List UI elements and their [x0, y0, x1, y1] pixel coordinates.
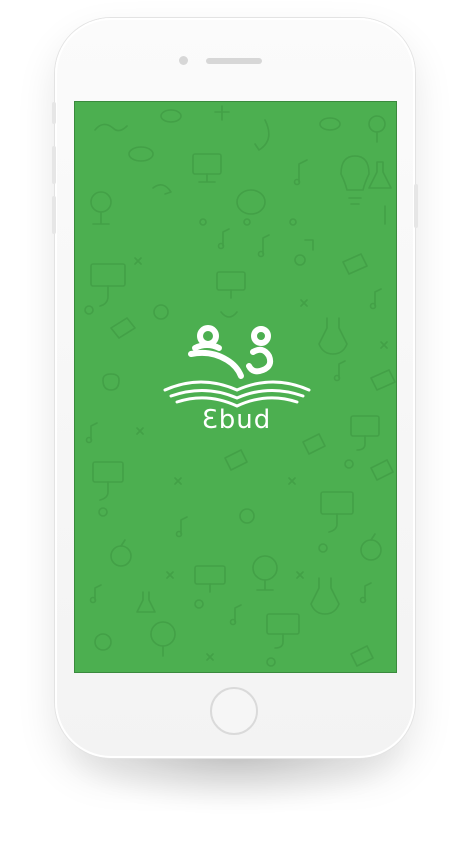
volume-down-button	[52, 196, 56, 234]
app-brand-name: Ɛbud	[201, 405, 272, 435]
home-button[interactable]	[210, 687, 258, 735]
speaker-icon	[206, 58, 262, 64]
volume-up-button	[52, 146, 56, 184]
power-button	[414, 184, 418, 228]
mockup-stage: Ɛbud	[0, 0, 470, 846]
mute-switch	[52, 102, 56, 124]
camera-icon	[179, 56, 188, 65]
splash-screen[interactable]: Ɛbud	[74, 101, 397, 673]
